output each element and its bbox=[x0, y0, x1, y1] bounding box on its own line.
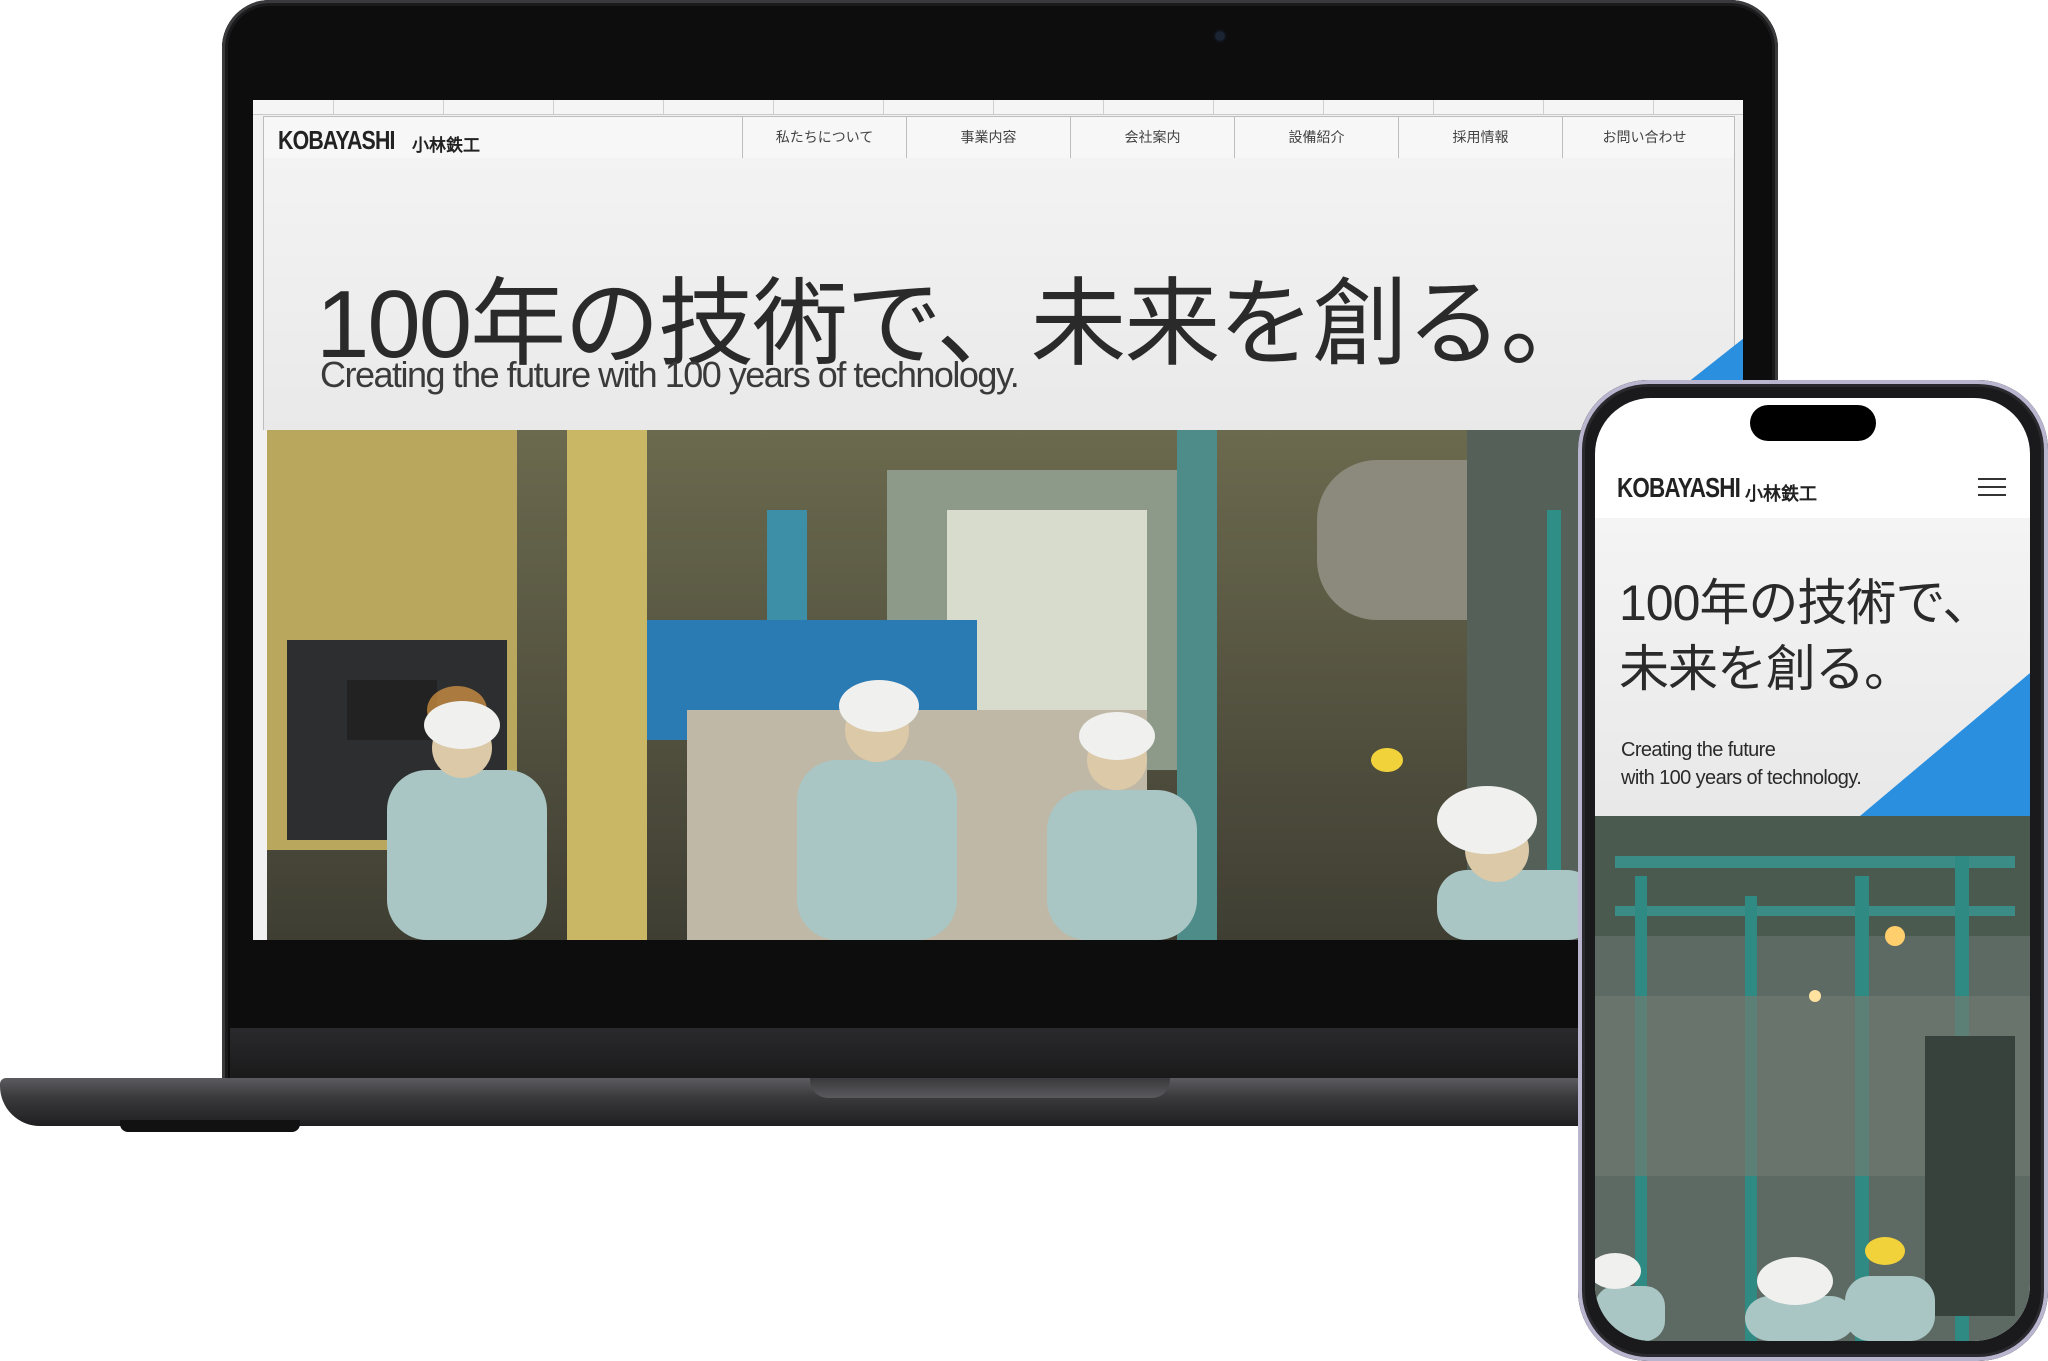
hero-subtitle: Creating the future with 100 years of te… bbox=[1621, 736, 1862, 792]
hero-photo-factory bbox=[267, 430, 1733, 940]
mobile-hero-text: 100年の技術で、 未来を創る。 Creating the future wit… bbox=[1595, 518, 2030, 816]
logo[interactable]: KOBAYASHI bbox=[1617, 472, 1741, 504]
hero-title-line2: 未来を創る。 bbox=[1619, 641, 1914, 697]
mobile-website: KOBAYASHI 小林鉄工 100年の技術で、 未来を創る。 Creating… bbox=[1595, 398, 2030, 1341]
nav-item-recruit[interactable]: 採用情報 bbox=[1398, 117, 1562, 159]
dynamic-island bbox=[1750, 405, 1876, 441]
hero-subtitle: Creating the future with 100 years of te… bbox=[320, 354, 1020, 395]
desktop-website: KOBAYASHI 小林鉄工 私たちについて 事業内容 会社案内 設備紹介 採用… bbox=[253, 100, 1743, 940]
site-header: KOBAYASHI 小林鉄工 私たちについて 事業内容 会社案内 設備紹介 採用… bbox=[263, 116, 1735, 160]
camera-icon bbox=[1215, 31, 1225, 41]
logo-jp[interactable]: 小林鉄工 bbox=[412, 131, 480, 156]
hero-text-block: 100年の技術で、未来を創る。 Creating the future with… bbox=[263, 158, 1743, 488]
laptop-bezel-bottom bbox=[230, 1028, 1770, 1078]
hamburger-menu-icon[interactable] bbox=[1978, 478, 2006, 498]
nav-item-about[interactable]: 私たちについて bbox=[742, 117, 906, 159]
nav-item-contact[interactable]: お問い合わせ bbox=[1562, 117, 1726, 159]
nav-item-equipment[interactable]: 設備紹介 bbox=[1234, 117, 1398, 159]
hero-subtitle-line1: Creating the future bbox=[1621, 739, 1776, 761]
hero-title: 100年の技術で、 未来を創る。 bbox=[1619, 570, 1992, 702]
nav-item-business[interactable]: 事業内容 bbox=[906, 117, 1070, 159]
mobile-header: KOBAYASHI 小林鉄工 bbox=[1595, 460, 2030, 519]
hero-subtitle-line2: with 100 years of technology. bbox=[1621, 767, 1862, 789]
laptop-notch bbox=[810, 1078, 1170, 1098]
hero-title-line1: 100年の技術で、 bbox=[1619, 575, 1992, 631]
main-nav: 私たちについて 事業内容 会社案内 設備紹介 採用情報 お問い合わせ bbox=[742, 117, 1726, 159]
hero-photo-factory bbox=[1595, 816, 2030, 1341]
nav-item-company[interactable]: 会社案内 bbox=[1070, 117, 1234, 159]
logo-jp[interactable]: 小林鉄工 bbox=[1745, 480, 1817, 506]
ruler bbox=[253, 100, 1743, 115]
laptop-foot bbox=[120, 1120, 300, 1132]
logo[interactable]: KOBAYASHI bbox=[278, 125, 395, 156]
